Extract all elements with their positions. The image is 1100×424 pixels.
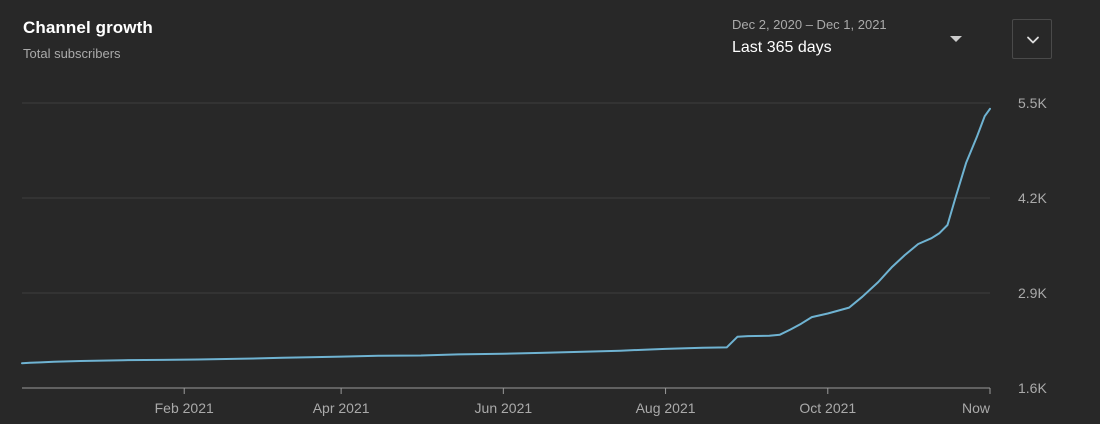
x-tick-label: Apr 2021 [313,400,370,416]
x-tick-label: Now [962,400,991,416]
chart-gridlines [22,102,990,294]
series-line-total-subscribers [21,107,991,365]
channel-growth-card: Channel growth Total subscribers Dec 2, … [0,0,1100,424]
y-tick-label: 1.6K [1018,380,1047,396]
chart-axes [22,387,991,394]
y-tick-labels: 5.5K 4.2K 2.9K 1.6K [1018,95,1047,396]
chart-series [21,107,991,365]
x-tick-label: Aug 2021 [636,400,696,416]
y-tick-label: 2.9K [1018,285,1047,301]
x-tick-labels: Feb 2021 Apr 2021 Jun 2021 Aug 2021 Oct 2021… [155,400,991,416]
x-tick-label: Feb 2021 [155,400,214,416]
subscriber-growth-chart: 5.5K 4.2K 2.9K 1.6K Feb 2021 Apr 2021 Jun 202… [21,95,1047,416]
x-tick-label: Oct 2021 [799,400,856,416]
y-tick-label: 4.2K [1018,190,1047,206]
y-tick-label: 5.5K [1018,95,1047,111]
x-tick-label: Jun 2021 [475,400,533,416]
